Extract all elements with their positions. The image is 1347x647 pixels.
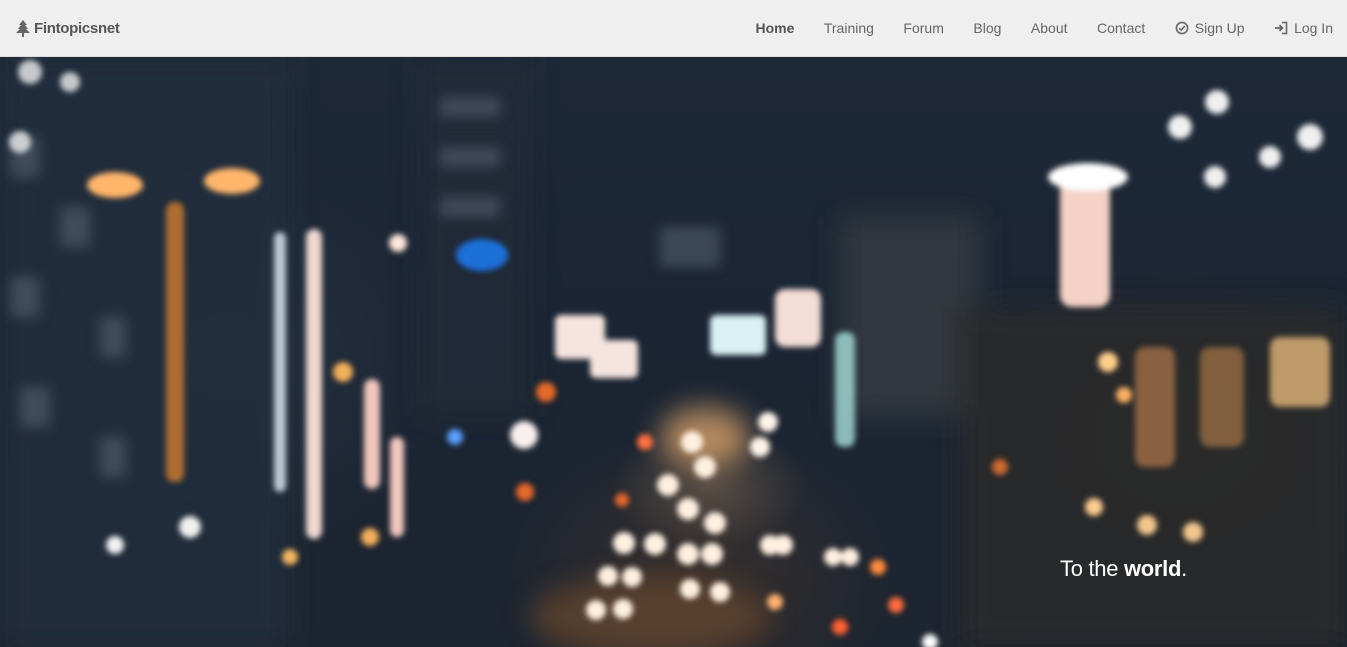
brand-name: Fintopicsnet bbox=[34, 19, 120, 37]
tagline-prefix: To the bbox=[1060, 556, 1124, 581]
check-circle-icon bbox=[1175, 21, 1189, 35]
nav-about[interactable]: About bbox=[1031, 20, 1068, 36]
nav-forum[interactable]: Forum bbox=[903, 20, 943, 36]
tree-icon bbox=[16, 19, 30, 37]
brand-link[interactable]: Fintopicsnet bbox=[16, 19, 120, 37]
top-navbar: Fintopicsnet Home Training Forum Blog Ab… bbox=[0, 0, 1347, 57]
tagline-emphasis: world bbox=[1123, 556, 1182, 581]
nav-home[interactable]: Home bbox=[755, 20, 794, 36]
hero-tagline: To the world. bbox=[1060, 556, 1187, 582]
hero-banner: To the world. bbox=[0, 57, 1347, 647]
nav-contact[interactable]: Contact bbox=[1097, 20, 1145, 36]
sign-in-icon bbox=[1275, 21, 1288, 35]
sign-up-label: Sign Up bbox=[1194, 20, 1245, 36]
log-in-label: Log In bbox=[1294, 20, 1333, 36]
nav-log-in[interactable]: Log In bbox=[1274, 20, 1333, 36]
nav-blog[interactable]: Blog bbox=[973, 20, 1001, 36]
nav-training[interactable]: Training bbox=[824, 20, 874, 36]
nav-sign-up[interactable]: Sign Up bbox=[1175, 20, 1245, 36]
tagline-suffix: . bbox=[1181, 556, 1187, 581]
main-nav: Home Training Forum Blog About Contact S… bbox=[726, 20, 1333, 36]
